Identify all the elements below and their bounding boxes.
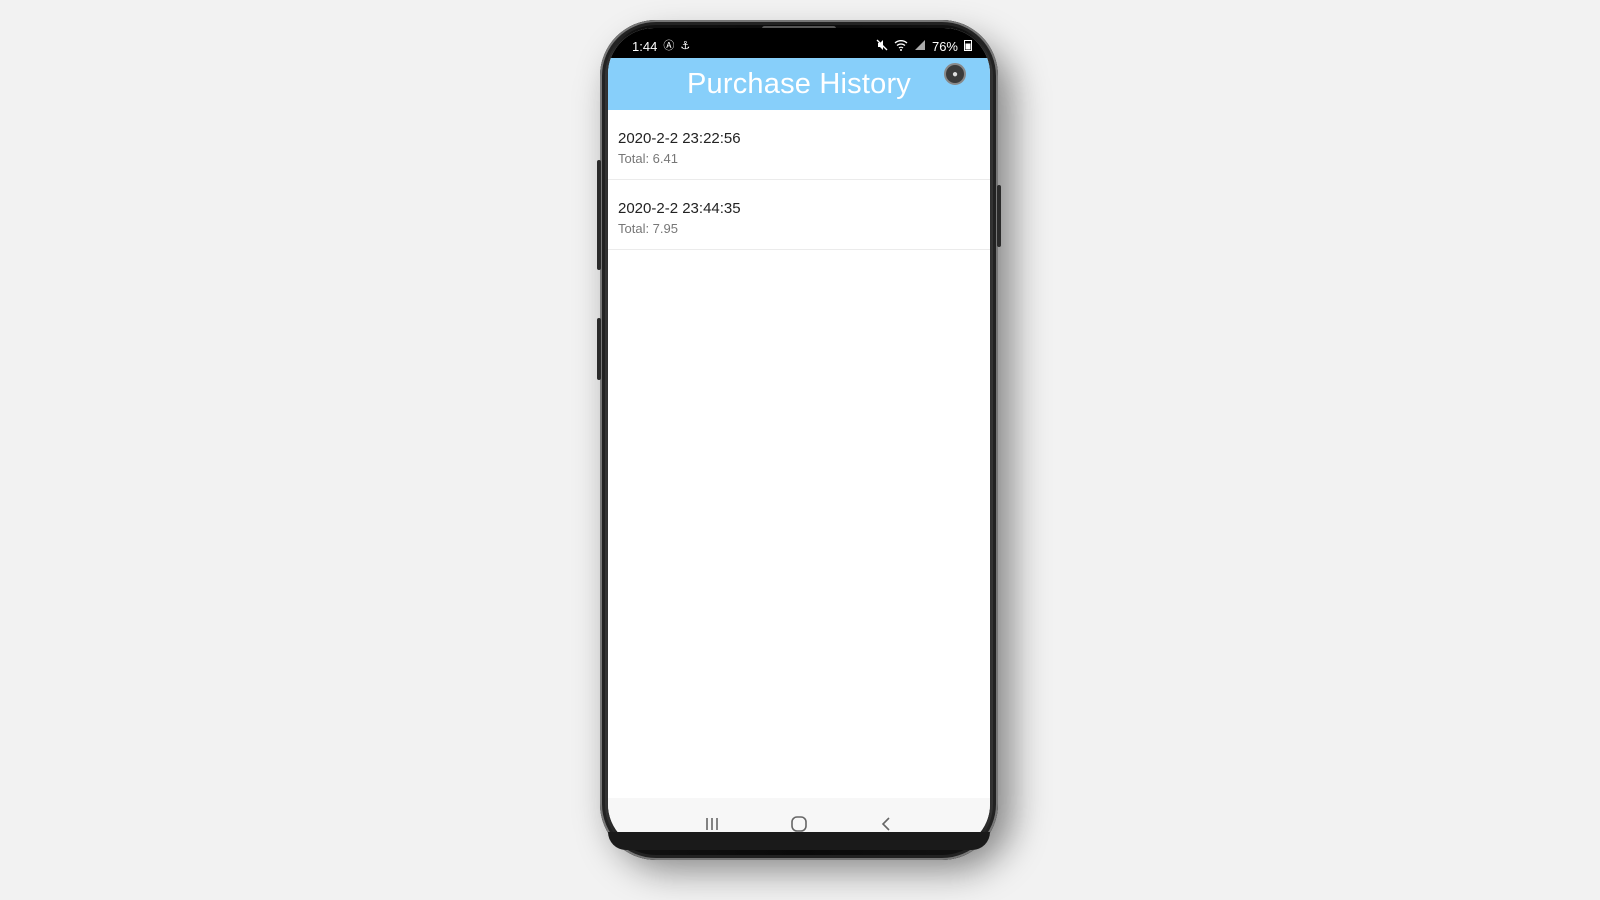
purchase-total: Total: 7.95 [618, 221, 678, 236]
battery-icon [964, 39, 972, 54]
usb-icon: ⚓ [680, 40, 691, 52]
purchase-total: Total: 6.41 [618, 151, 678, 166]
camera-cutout-icon: ● [944, 63, 966, 85]
canvas: 1:44 Ⓐ ⚓ 76% Purchase History ● 2020-2-2… [0, 0, 1600, 900]
page-title: Purchase History [687, 67, 911, 100]
status-bar: 1:44 Ⓐ ⚓ 76% [608, 28, 990, 58]
signal-icon [914, 39, 926, 54]
status-left: 1:44 Ⓐ ⚓ [632, 39, 690, 54]
battery-percent: 76% [931, 39, 958, 54]
bottom-bezel [608, 832, 990, 850]
wifi-icon [894, 39, 908, 54]
app-header: Purchase History ● [608, 58, 990, 110]
status-right: 76% [876, 39, 972, 54]
volume-button [597, 160, 601, 270]
purchase-date: 2020-2-2 23:22:56 [618, 130, 741, 147]
mute-icon [876, 39, 888, 54]
bixby-button [597, 318, 601, 380]
phone-screen: 1:44 Ⓐ ⚓ 76% Purchase History ● 2020-2-2… [608, 28, 990, 850]
phone-frame: 1:44 Ⓐ ⚓ 76% Purchase History ● 2020-2-2… [597, 20, 1001, 860]
a-icon: Ⓐ [663, 40, 675, 52]
purchase-date: 2020-2-2 23:44:35 [618, 200, 741, 217]
purchase-item[interactable]: 2020-2-2 23:44:35 Total: 7.95 [608, 180, 990, 250]
purchase-item[interactable]: 2020-2-2 23:22:56 Total: 6.41 [608, 110, 990, 180]
status-time: 1:44 [632, 39, 658, 54]
purchase-list: 2020-2-2 23:22:56 Total: 6.41 2020-2-2 2… [608, 110, 990, 250]
power-button [997, 185, 1001, 247]
